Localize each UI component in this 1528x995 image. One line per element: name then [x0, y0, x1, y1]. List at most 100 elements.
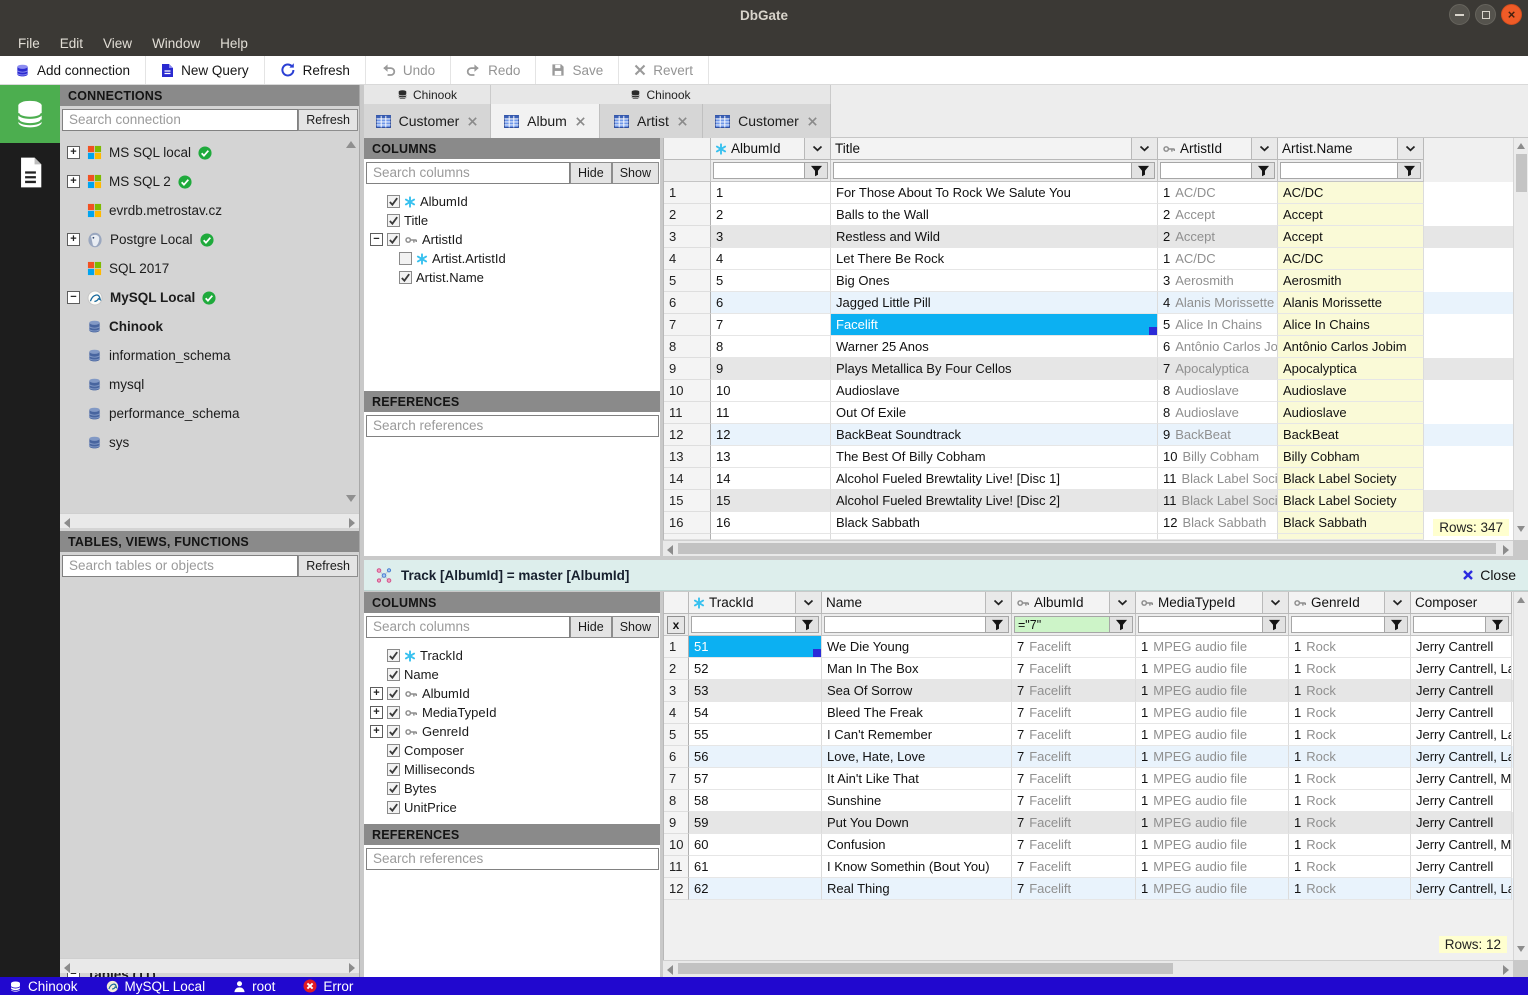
- expander-plus-icon[interactable]: +: [370, 725, 383, 738]
- cell[interactable]: 57: [689, 768, 822, 790]
- cell[interactable]: 1 MPEG audio file: [1136, 790, 1289, 812]
- cell[interactable]: 10 Billy Cobham: [1158, 446, 1278, 468]
- cell[interactable]: 1 MPEG audio file: [1136, 768, 1289, 790]
- row-number[interactable]: 1: [664, 636, 689, 658]
- column-tree-item-mediatypeid[interactable]: + MediaTypeId: [364, 703, 660, 722]
- column-header-albumid[interactable]: AlbumId: [1012, 592, 1136, 614]
- row-number[interactable]: 4: [664, 702, 689, 724]
- column-tree-item-name[interactable]: Name: [364, 665, 660, 684]
- row-number[interactable]: 6: [664, 292, 711, 314]
- cell[interactable]: Man In The Box: [822, 658, 1012, 680]
- cell[interactable]: 1 MPEG audio file: [1136, 746, 1289, 768]
- cell[interactable]: 1 MPEG audio file: [1136, 636, 1289, 658]
- scrollbar-thumb[interactable]: [678, 963, 1173, 974]
- cell[interactable]: 59: [689, 812, 822, 834]
- cell[interactable]: Black Label Society: [1278, 490, 1424, 512]
- row-number[interactable]: 1: [664, 182, 711, 204]
- cell[interactable]: 1 Rock: [1289, 746, 1411, 768]
- scroll-down-icon[interactable]: [1517, 946, 1525, 952]
- row-number[interactable]: 9: [664, 812, 689, 834]
- columns-bottom-search-input[interactable]: [366, 615, 570, 638]
- cell[interactable]: 1 Rock: [1289, 724, 1411, 746]
- scroll-up-icon[interactable]: [1517, 143, 1525, 149]
- checkbox-checked[interactable]: [387, 801, 400, 814]
- connection-item-mysql[interactable]: mysql: [60, 370, 359, 399]
- cell[interactable]: 51: [689, 636, 822, 658]
- cell[interactable]: 1 Rock: [1289, 680, 1411, 702]
- references-bottom-search-input[interactable]: [366, 847, 659, 870]
- cell[interactable]: 1 MPEG audio file: [1136, 680, 1289, 702]
- references-top-search-input[interactable]: [366, 414, 659, 437]
- column-header-genreid[interactable]: GenreId: [1289, 592, 1411, 614]
- statusbar-item-mysql-local[interactable]: MySQL Local: [106, 979, 205, 994]
- column-menu-button[interactable]: [1384, 592, 1410, 613]
- cell[interactable]: Black Sabbath: [831, 512, 1158, 534]
- filter-funnel-button[interactable]: [1110, 616, 1133, 633]
- column-tree-item-artist-artistid[interactable]: Artist.ArtistId: [364, 249, 660, 268]
- cell[interactable]: I Know Somethin (Bout You): [822, 856, 1012, 878]
- connection-item-performance-schema[interactable]: performance_schema: [60, 399, 359, 428]
- cell[interactable]: 7 Apocalyptica: [1158, 358, 1278, 380]
- scroll-right-icon[interactable]: [349, 963, 355, 973]
- scroll-left-icon[interactable]: [64, 963, 70, 973]
- filter-funnel-button[interactable]: [1252, 162, 1275, 179]
- cell[interactable]: 1 MPEG audio file: [1136, 812, 1289, 834]
- cell[interactable]: 2: [711, 204, 831, 226]
- filter-input[interactable]: [1280, 162, 1398, 179]
- row-number[interactable]: 3: [664, 680, 689, 702]
- cell[interactable]: 1 AC/DC: [1158, 248, 1278, 270]
- filter-funnel-button[interactable]: [986, 616, 1009, 633]
- expander-plus-icon[interactable]: +: [370, 687, 383, 700]
- cell[interactable]: Restless and Wild: [831, 226, 1158, 248]
- row-number[interactable]: 7: [664, 768, 689, 790]
- scroll-up-icon[interactable]: [1517, 597, 1525, 603]
- cell[interactable]: 5 Alice In Chains: [1158, 314, 1278, 336]
- scroll-right-icon[interactable]: [1503, 545, 1509, 555]
- cell[interactable]: 1 MPEG audio file: [1136, 834, 1289, 856]
- cell[interactable]: 4 Alanis Morissette: [1158, 292, 1278, 314]
- filter-input[interactable]: [1291, 616, 1385, 633]
- cell[interactable]: 7: [711, 314, 831, 336]
- cell[interactable]: Jerry Cantrell: [1411, 702, 1512, 724]
- column-header-name[interactable]: Name: [822, 592, 1012, 614]
- rail-item-connections[interactable]: [0, 85, 60, 143]
- cell[interactable]: Big Ones: [831, 270, 1158, 292]
- checkbox-unchecked[interactable]: [399, 252, 412, 265]
- cell[interactable]: 7 Facelift: [1012, 834, 1136, 856]
- filter-input[interactable]: [833, 162, 1132, 179]
- scroll-down-icon[interactable]: [1517, 526, 1525, 532]
- row-number[interactable]: 12: [664, 878, 689, 900]
- connection-item-evrdb-metrostav-cz[interactable]: evrdb.metrostav.cz: [60, 196, 359, 225]
- cell[interactable]: Accept: [1278, 226, 1424, 248]
- cell[interactable]: 10: [711, 380, 831, 402]
- cell[interactable]: Jerry Cantrell: [1411, 636, 1512, 658]
- cell[interactable]: 12: [711, 424, 831, 446]
- cell[interactable]: 6: [711, 292, 831, 314]
- grid-top-vscrollbar[interactable]: [1513, 138, 1528, 540]
- cell[interactable]: For Those About To Rock We Salute You: [831, 182, 1158, 204]
- checkbox-checked[interactable]: [387, 725, 400, 738]
- scroll-left-icon[interactable]: [667, 965, 673, 975]
- filter-funnel-button[interactable]: [796, 616, 819, 633]
- scroll-down-icon[interactable]: [346, 495, 356, 502]
- cell[interactable]: 4: [711, 248, 831, 270]
- column-tree-item-bytes[interactable]: Bytes: [364, 779, 660, 798]
- statusbar-item-root[interactable]: root: [233, 979, 275, 994]
- column-tree-item-milliseconds[interactable]: Milliseconds: [364, 760, 660, 779]
- cell[interactable]: Jerry Cantrell, Layne Staley: [1411, 878, 1512, 900]
- connection-item-information-schema[interactable]: information_schema: [60, 341, 359, 370]
- tables-refresh-button[interactable]: Refresh: [298, 554, 358, 577]
- cell[interactable]: 7 Facelift: [1012, 702, 1136, 724]
- checkbox-checked[interactable]: [387, 706, 400, 719]
- cell[interactable]: 5: [711, 270, 831, 292]
- cell[interactable]: 7 Facelift: [1012, 768, 1136, 790]
- tab-customer[interactable]: Customer: [364, 104, 491, 138]
- cell[interactable]: 2 Accept: [1158, 226, 1278, 248]
- filter-input[interactable]: [824, 616, 986, 633]
- connection-item-postgre-local[interactable]: + Postgre Local: [60, 225, 359, 254]
- cell[interactable]: Real Thing: [822, 878, 1012, 900]
- cell[interactable]: Jerry Cantrell: [1411, 790, 1512, 812]
- cell[interactable]: AC/DC: [1278, 182, 1424, 204]
- row-number[interactable]: 8: [664, 336, 711, 358]
- connection-item-sql-2017[interactable]: SQL 2017: [60, 254, 359, 283]
